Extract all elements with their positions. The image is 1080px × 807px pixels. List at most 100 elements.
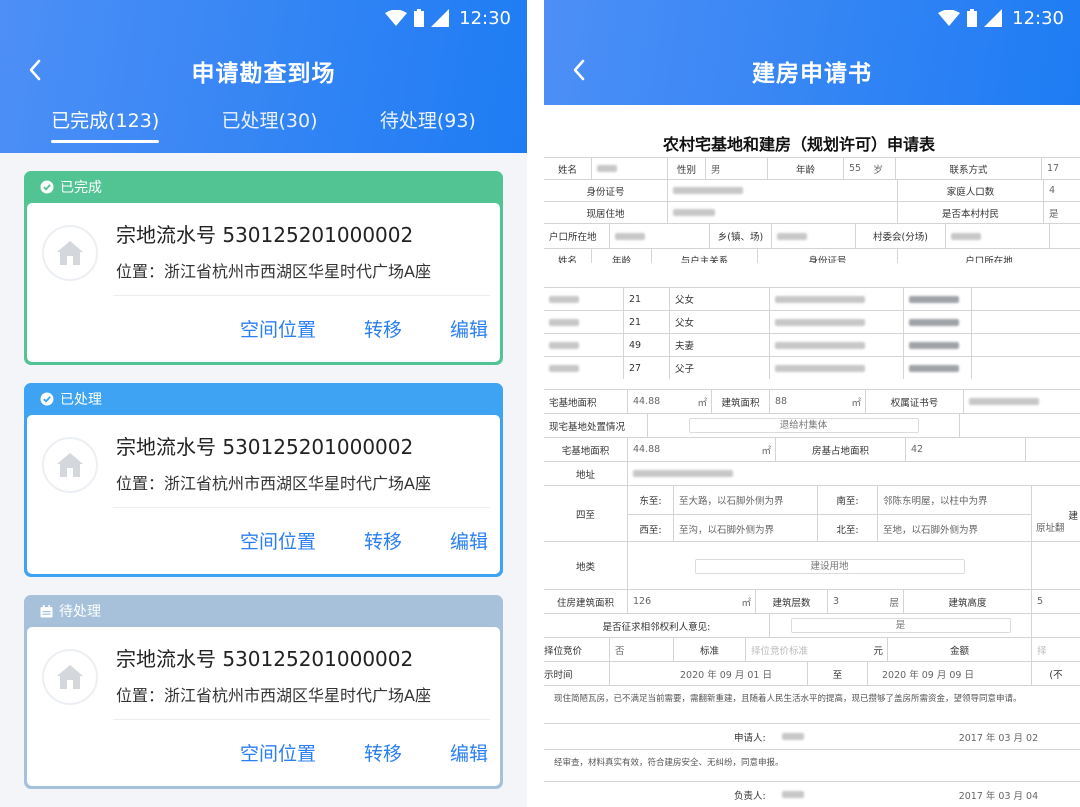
record-card-pending[interactable]: 待处理 宗地流水号 530125201000002 位置：浙江省杭州市西湖区华星… xyxy=(24,595,503,789)
member-name[interactable] xyxy=(544,288,624,310)
homestead-area-2-field[interactable]: 44.88 ㎡ xyxy=(628,438,776,461)
date-to-field[interactable]: 2020 年 09 月 09 日 xyxy=(868,662,1032,685)
unit-sqm: ㎡ xyxy=(741,597,751,609)
member-age[interactable]: 21 xyxy=(624,311,670,333)
standard-placeholder: 择位竞价标准 xyxy=(751,645,809,657)
land-type-value: 建设用地 xyxy=(694,558,965,574)
height-value[interactable]: 5 xyxy=(1032,590,1080,613)
parcel-serial: 宗地流水号 530125201000002 xyxy=(116,435,414,459)
member-id[interactable] xyxy=(770,357,904,379)
transfer-button[interactable]: 转移 xyxy=(364,739,402,766)
spatial-location-button[interactable]: 空间位置 xyxy=(240,527,316,554)
tab-processed[interactable]: 已处理(30) xyxy=(222,106,318,143)
member-hukou[interactable] xyxy=(904,311,972,333)
family-count-value[interactable]: 4 xyxy=(1044,180,1080,201)
member-hukou[interactable] xyxy=(904,357,972,379)
applicant-date: 2017 年 03 月 02 xyxy=(958,732,1039,744)
member-age[interactable]: 21 xyxy=(624,288,670,310)
south-value[interactable]: 邻陈东明屋，以柱中为界 xyxy=(878,486,1032,514)
record-card-processed[interactable]: 已处理 宗地流水号 530125201000002 位置：浙江省杭州市西湖区华星… xyxy=(24,383,503,577)
address-value[interactable] xyxy=(628,462,1080,485)
homestead-area-value: 44.88 xyxy=(633,396,661,407)
edit-button[interactable]: 编辑 xyxy=(450,739,488,766)
label-cert: 权属证书号 xyxy=(866,390,964,413)
east-value[interactable]: 至大路，以石脚外侧为界 xyxy=(674,486,818,514)
standard-field[interactable]: 择位竞价标准 元 xyxy=(746,638,888,661)
house-area-field[interactable]: 126 ㎡ xyxy=(628,590,756,613)
hukou-row: 户口所在地 乡(镇、场) 村委会(分场) 姓名 年龄 与户主关系 身份证号 户口… xyxy=(544,223,1080,263)
member-relation[interactable]: 父女 xyxy=(670,288,770,310)
age-field[interactable]: 55 岁 xyxy=(844,158,896,179)
value-residence[interactable] xyxy=(668,202,898,223)
member-hukou[interactable] xyxy=(904,334,972,356)
spatial-location-button[interactable]: 空间位置 xyxy=(240,315,316,342)
floors-field[interactable]: 3层 xyxy=(828,590,904,613)
application-form: 姓名 性别 男 年龄 55 岁 联系方式 17 身份证号 家庭人口数 4 现居住… xyxy=(544,157,1080,807)
form-title: 农村宅基地和建房（规划许可）申请表 xyxy=(662,135,935,154)
check-circle-icon xyxy=(40,180,54,194)
amount-placeholder[interactable]: 择 xyxy=(1032,638,1080,661)
member-extra xyxy=(972,288,1080,310)
disposal-select[interactable]: 退给村集体 xyxy=(648,414,960,437)
edit-button[interactable]: 编辑 xyxy=(450,527,488,554)
edit-button[interactable]: 编辑 xyxy=(450,315,488,342)
is-villager-value[interactable]: 是 xyxy=(1044,202,1080,223)
member-name[interactable] xyxy=(544,357,624,379)
member-hukou[interactable] xyxy=(904,288,972,310)
member-relation[interactable]: 父女 xyxy=(670,311,770,333)
application-reason[interactable]: 现住简陋瓦房，已不满足当前需要，需翻新重建，且随着人民生活水平的提高，现已攒够了… xyxy=(544,686,1080,723)
member-row: 49 夫妻 xyxy=(544,333,1080,356)
transfer-button[interactable]: 转移 xyxy=(364,315,402,342)
bidding-select[interactable]: 否 xyxy=(610,638,674,661)
form-row: 负责人: 2017 年 03 月 04 xyxy=(544,781,1080,807)
date-from-value: 2020 年 09 月 01 日 xyxy=(680,669,772,681)
header: 12:30 申请勘查到场 已完成(123) 已处理(30) 待处理(93) xyxy=(0,0,527,153)
spatial-location-button[interactable]: 空间位置 xyxy=(240,739,316,766)
value-town[interactable] xyxy=(772,224,856,248)
form-row: 宅基地面积 44.88 ㎡ 房基占地面积 42 xyxy=(544,437,1080,461)
label-residence: 现居住地 xyxy=(544,202,668,223)
north-value[interactable]: 至地，以石脚外侧为界 xyxy=(878,515,1032,542)
tab-completed[interactable]: 已完成(123) xyxy=(51,106,160,143)
value-committee[interactable] xyxy=(946,224,1050,248)
homestead-area-field[interactable]: 44.88 ㎡ xyxy=(628,390,712,413)
transfer-button[interactable]: 转移 xyxy=(364,527,402,554)
tab-pending[interactable]: 待处理(93) xyxy=(380,106,476,143)
applicant-signature xyxy=(781,733,804,740)
record-card-completed[interactable]: 已完成 宗地流水号 530125201000002 位置：浙江省杭州市西湖区华星… xyxy=(24,171,503,365)
member-age[interactable]: 27 xyxy=(624,357,670,379)
value-idcard[interactable] xyxy=(668,180,898,201)
label-responsible: 负责人: xyxy=(734,790,766,802)
side-label-2: 原址翻 xyxy=(1036,523,1065,534)
label-hukou: 户口所在地 xyxy=(544,224,610,248)
member-age[interactable]: 49 xyxy=(624,334,670,356)
back-button[interactable] xyxy=(566,57,592,83)
member-relation[interactable]: 夫妻 xyxy=(670,334,770,356)
label-is-villager: 是否本村村民 xyxy=(898,202,1044,223)
member-name[interactable] xyxy=(544,311,624,333)
member-name[interactable] xyxy=(544,334,624,356)
label-address: 地址 xyxy=(544,462,628,485)
west-value[interactable]: 至沟，以石脚外侧为界 xyxy=(674,515,818,542)
member-relation[interactable]: 父子 xyxy=(670,357,770,379)
member-id[interactable] xyxy=(770,334,904,356)
land-type-select[interactable]: 建设用地 xyxy=(628,542,1032,590)
neighbor-select[interactable]: 是 xyxy=(770,614,1032,637)
build-area-field[interactable]: 88 ㎡ xyxy=(770,390,866,413)
member-id[interactable] xyxy=(770,288,904,310)
member-id[interactable] xyxy=(770,311,904,333)
cert-value[interactable] xyxy=(964,390,1080,413)
back-button[interactable] xyxy=(22,57,48,83)
label-town: 乡(镇、场) xyxy=(710,224,772,248)
label-gender: 性别 xyxy=(668,158,706,179)
boundary-grid: 东至: 至大路，以石脚外侧为界 南至: 邻陈东明屋，以柱中为界 西至: 至沟，以… xyxy=(628,486,1032,542)
gender-select[interactable]: 男 xyxy=(706,158,768,179)
value-hukou[interactable] xyxy=(610,224,710,248)
review-comment[interactable]: 经审查，材料真实有效，符合建房安全、无纠纷，同意申报。 xyxy=(544,750,1080,781)
date-from-field[interactable]: 2020 年 09 月 01 日 xyxy=(610,662,808,685)
contact-value[interactable]: 17 xyxy=(1042,158,1080,179)
responsible-date: 2017 年 03 月 04 xyxy=(958,790,1039,802)
form-row: 地类 建设用地 xyxy=(544,541,1080,590)
house-avatar xyxy=(42,649,98,705)
floor-area-value[interactable]: 42 xyxy=(906,438,1026,461)
